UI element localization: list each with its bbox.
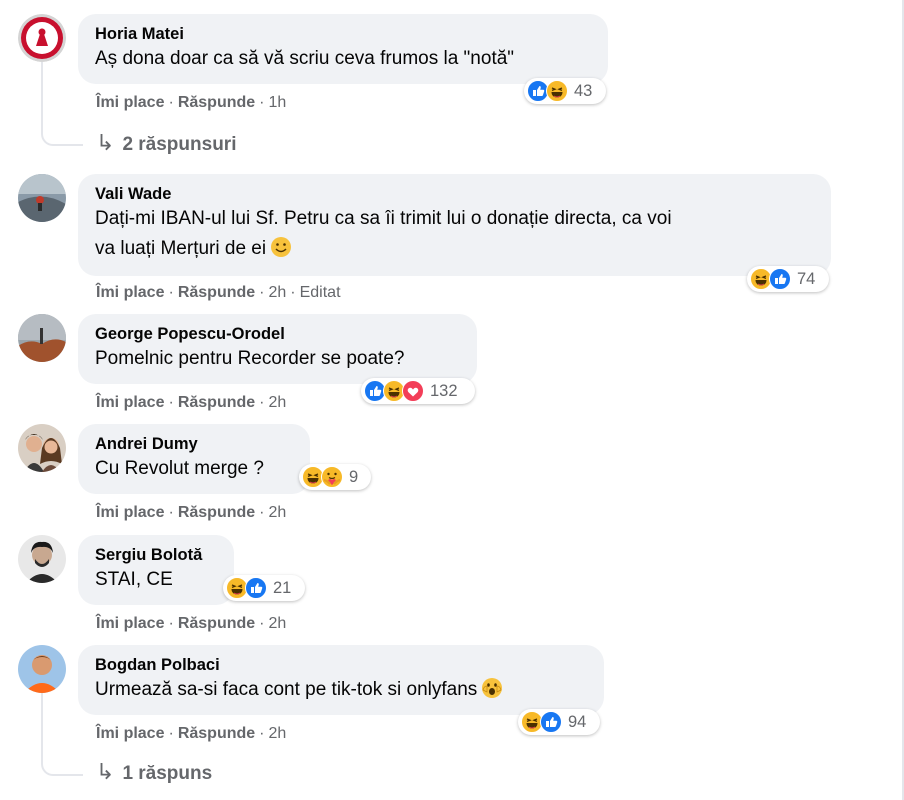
reply-arrow-icon: ↳	[96, 130, 115, 155]
reply-button[interactable]: Răspunde	[178, 725, 255, 742]
comment-text: Aș dona doar ca să vă scriu ceva frumos …	[95, 48, 515, 69]
haha-reaction-icon	[546, 80, 568, 102]
separator: ·	[168, 615, 174, 632]
reaction-summary[interactable]: 43	[524, 78, 606, 104]
comment-text-line: Urmează sa-si faca cont pe tik-tok si on…	[95, 679, 478, 700]
comment-actions: Îmi place · Răspunde · 2h	[96, 615, 286, 633]
separator: ·	[259, 504, 265, 521]
replies-label: 2 răspunsuri	[122, 134, 237, 155]
smile-emoji-icon	[270, 236, 292, 268]
comment-author[interactable]: Vali Wade	[95, 184, 815, 204]
reaction-count: 74	[797, 269, 816, 288]
like-button[interactable]: Îmi place	[96, 725, 164, 742]
comment-author[interactable]: Andrei Dumy	[95, 434, 294, 454]
avatar[interactable]	[18, 535, 66, 583]
avatar[interactable]	[18, 174, 66, 222]
timestamp[interactable]: 2h	[268, 394, 286, 411]
like-button[interactable]: Îmi place	[96, 284, 164, 301]
timestamp[interactable]: 1h	[268, 94, 286, 111]
reaction-summary[interactable]: 9	[299, 464, 371, 490]
separator: ·	[168, 284, 174, 301]
comment-text: va luați Merțuri de ei	[95, 234, 815, 268]
reaction-count: 9	[349, 467, 359, 486]
view-replies-button[interactable]: ↳ 2 răspunsuri	[96, 130, 236, 156]
comment-actions: Îmi place · Răspunde · 2h	[96, 504, 286, 522]
separator: ·	[259, 725, 265, 742]
reply-button[interactable]: Răspunde	[178, 394, 255, 411]
edited-label: Editat	[299, 284, 341, 301]
comment-text: Dați-mi IBAN-ul lui Sf. Petru ca sa îi t…	[95, 208, 672, 229]
separator: ·	[168, 94, 174, 111]
reaction-summary[interactable]: 21	[223, 575, 305, 601]
separator: ·	[168, 725, 174, 742]
separator: ·	[168, 394, 174, 411]
separator: ·	[259, 284, 265, 301]
comment-actions: Îmi place · Răspunde · 1h	[96, 94, 286, 112]
view-replies-button[interactable]: ↳ 1 răspuns	[96, 759, 212, 785]
timestamp[interactable]: 2h	[268, 615, 286, 632]
avatar[interactable]	[18, 424, 66, 472]
reply-button[interactable]: Răspunde	[178, 615, 255, 632]
thread-line	[41, 693, 83, 776]
comment-bubble: Sergiu Bolotă STAI, CE	[78, 535, 234, 605]
comment-text: Urmează sa-si faca cont pe tik-tok si on…	[95, 675, 588, 709]
reaction-count: 21	[273, 578, 292, 597]
like-reaction-icon	[540, 711, 562, 733]
timestamp[interactable]: 2h	[268, 284, 286, 301]
comment-author[interactable]: George Popescu-Orodel	[95, 324, 461, 344]
separator: ·	[168, 504, 174, 521]
comment-text-line: va luați Merțuri de ei	[95, 238, 267, 259]
avatar[interactable]	[18, 14, 66, 62]
like-reaction-icon	[769, 268, 791, 290]
timestamp[interactable]: 2h	[268, 725, 286, 742]
comment-author[interactable]: Sergiu Bolotă	[95, 545, 218, 565]
like-reaction-icon	[245, 577, 267, 599]
separator: ·	[259, 615, 265, 632]
timestamp[interactable]: 2h	[268, 504, 286, 521]
reply-button[interactable]: Răspunde	[178, 284, 255, 301]
comment-author[interactable]: Horia Matei	[95, 24, 592, 44]
separator: ·	[259, 94, 265, 111]
comment-author[interactable]: Bogdan Polbaci	[95, 655, 588, 675]
comment-text: STAI, CE	[95, 569, 173, 590]
thread-line	[41, 62, 83, 146]
avatar[interactable]	[18, 645, 66, 693]
comment-bubble: Vali Wade Dați-mi IBAN-ul lui Sf. Petru …	[78, 174, 831, 276]
reply-button[interactable]: Răspunde	[178, 504, 255, 521]
comment-actions: Îmi place · Răspunde · 2h	[96, 394, 286, 412]
love-reaction-icon	[402, 380, 424, 402]
like-button[interactable]: Îmi place	[96, 615, 164, 632]
reply-button[interactable]: Răspunde	[178, 94, 255, 111]
like-button[interactable]: Îmi place	[96, 94, 164, 111]
reaction-count: 132	[430, 381, 458, 400]
comment-actions: Îmi place · Răspunde · 2h · Editat	[96, 284, 341, 302]
comment-bubble: Andrei Dumy Cu Revolut merge ?	[78, 424, 310, 494]
comment-actions: Îmi place · Răspunde · 2h	[96, 725, 286, 743]
reaction-summary[interactable]: 94	[518, 709, 600, 735]
like-button[interactable]: Îmi place	[96, 504, 164, 521]
avatar[interactable]	[18, 314, 66, 362]
comment-bubble: Bogdan Polbaci Urmează sa-si faca cont p…	[78, 645, 604, 715]
comment-bubble: Horia Matei Aș dona doar ca să vă scriu …	[78, 14, 608, 84]
comment-bubble: George Popescu-Orodel Pomelnic pentru Re…	[78, 314, 477, 384]
comment-text: Cu Revolut merge ?	[95, 458, 264, 479]
comment-text: Pomelnic pentru Recorder se poate?	[95, 348, 405, 369]
replies-label: 1 răspuns	[122, 763, 213, 784]
wow-emoji-icon	[481, 677, 503, 709]
reaction-count: 43	[574, 81, 593, 100]
like-button[interactable]: Îmi place	[96, 394, 164, 411]
care-reaction-icon	[321, 466, 343, 488]
reply-arrow-icon: ↳	[96, 759, 115, 784]
reaction-summary[interactable]: 74	[747, 266, 829, 292]
separator: ·	[290, 284, 296, 301]
separator: ·	[259, 394, 265, 411]
reaction-count: 94	[568, 712, 587, 731]
reaction-summary[interactable]: 132	[361, 378, 475, 404]
